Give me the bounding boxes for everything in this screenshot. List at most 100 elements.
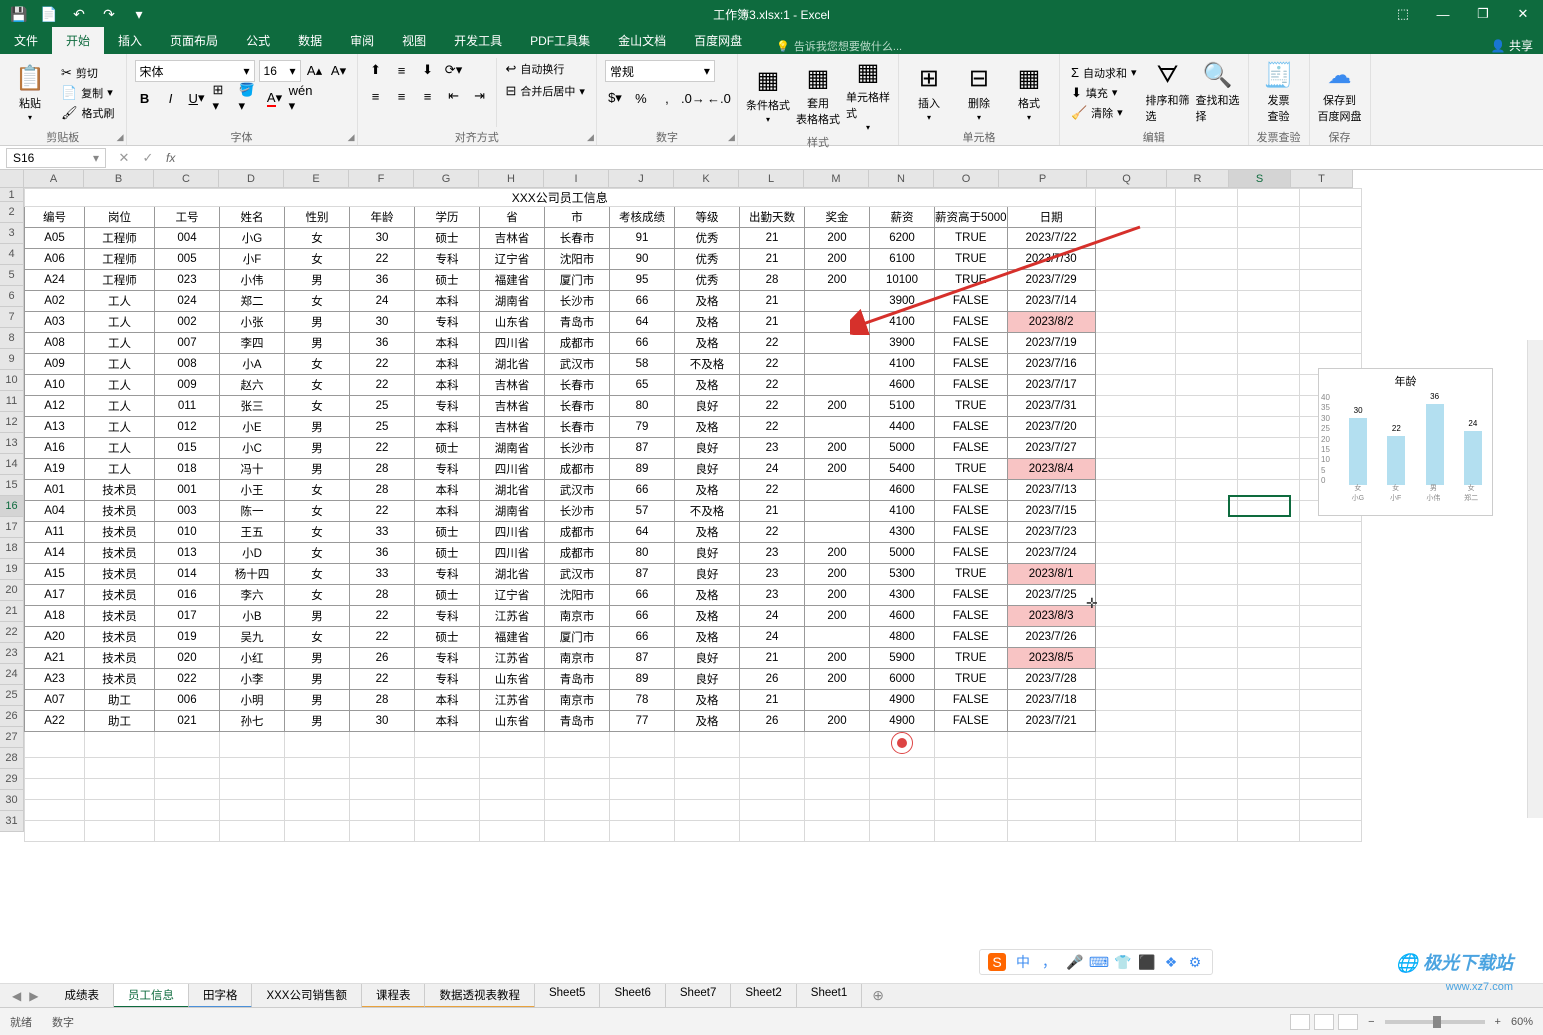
col-header[interactable]: H — [479, 170, 544, 188]
row-header[interactable]: 9 — [0, 349, 24, 370]
wrap-text-button[interactable]: ↩自动换行 — [503, 60, 588, 78]
delete-cells-button[interactable]: ⊟删除▾ — [957, 58, 1001, 127]
zoom-in-icon[interactable]: + — [1495, 1016, 1501, 1028]
col-header[interactable]: C — [154, 170, 219, 188]
col-header[interactable]: A — [24, 170, 84, 188]
baidu-save-button[interactable]: ☁保存到 百度网盘 — [1318, 58, 1362, 127]
row-header[interactable]: 20 — [0, 580, 24, 601]
sheet-tab[interactable]: Sheet5 — [535, 984, 600, 1008]
ribbon-tab-2[interactable]: 页面布局 — [156, 27, 232, 54]
row-header[interactable]: 26 — [0, 706, 24, 727]
col-header[interactable]: F — [349, 170, 414, 188]
row-header[interactable]: 21 — [0, 601, 24, 622]
row-header[interactable]: 28 — [0, 748, 24, 769]
sheet-tab[interactable]: XXX公司销售额 — [252, 984, 362, 1008]
comma-icon[interactable]: , — [657, 88, 677, 108]
ribbon-tab-5[interactable]: 审阅 — [336, 27, 388, 54]
col-header[interactable]: G — [414, 170, 479, 188]
dialog-launcher-icon[interactable]: ◢ — [348, 132, 355, 143]
normal-view-icon[interactable] — [1290, 1014, 1310, 1030]
row-header[interactable]: 11 — [0, 391, 24, 412]
copy-button[interactable]: 📄复制 ▾ — [58, 84, 118, 102]
sheet-tab[interactable]: 成绩表 — [50, 984, 114, 1008]
ribbon-tab-8[interactable]: PDF工具集 — [516, 27, 604, 54]
row-header[interactable]: 27 — [0, 727, 24, 748]
maximize-icon[interactable]: ❐ — [1463, 0, 1503, 28]
row-header[interactable]: 24 — [0, 664, 24, 685]
sheet-tab[interactable]: Sheet2 — [731, 984, 796, 1008]
row-header[interactable]: 30 — [0, 790, 24, 811]
ribbon-tab-7[interactable]: 开发工具 — [440, 27, 516, 54]
sheet-tab[interactable]: Sheet7 — [666, 984, 731, 1008]
ime-tool-icon[interactable]: ⌨ — [1090, 953, 1108, 971]
row-header[interactable]: 18 — [0, 538, 24, 559]
align-middle-icon[interactable]: ≡ — [392, 60, 412, 80]
row-header[interactable]: 22 — [0, 622, 24, 643]
cancel-icon[interactable]: ✕ — [112, 150, 136, 166]
col-header[interactable]: O — [934, 170, 999, 188]
font-size-combo[interactable]: 16▾ — [259, 60, 301, 82]
ime-tool-icon[interactable]: ⬛ — [1138, 953, 1156, 971]
font-name-combo[interactable]: 宋体▾ — [135, 60, 255, 82]
col-header[interactable]: D — [219, 170, 284, 188]
ime-lang-icon[interactable]: 中 — [1014, 953, 1032, 971]
ribbon-tab-1[interactable]: 插入 — [104, 27, 156, 54]
ribbon-tab-0[interactable]: 开始 — [52, 27, 104, 54]
border-button[interactable]: ⊞ ▾ — [213, 88, 233, 108]
ribbon-options-icon[interactable]: ⬚ — [1383, 0, 1423, 28]
name-box[interactable]: S16▾ — [6, 148, 106, 168]
row-header[interactable]: 19 — [0, 559, 24, 580]
undo-icon[interactable]: ↶ — [70, 5, 88, 23]
row-header[interactable]: 17 — [0, 517, 24, 538]
fill-color-button[interactable]: 🪣▾ — [239, 88, 259, 108]
ribbon-tab-10[interactable]: 百度网盘 — [680, 27, 756, 54]
view-buttons[interactable] — [1290, 1014, 1358, 1030]
worksheet-grid[interactable]: ABCDEFGHIJKLMNOPQRST 1234567891011121314… — [0, 170, 1543, 850]
sheet-nav-buttons[interactable]: ◀▶ — [0, 989, 50, 1003]
ime-tool-icon[interactable]: 👕 — [1114, 953, 1132, 971]
ribbon-tab-4[interactable]: 数据 — [284, 27, 336, 54]
find-select-button[interactable]: 🔍查找和选择 — [1196, 58, 1240, 127]
sort-filter-button[interactable]: ᗊ排序和筛选 — [1146, 58, 1190, 127]
col-header[interactable]: S — [1229, 170, 1291, 188]
align-top-icon[interactable]: ⬆ — [366, 60, 386, 80]
share-button[interactable]: 👤 共享 — [1491, 37, 1533, 54]
confirm-icon[interactable]: ✓ — [136, 150, 160, 166]
row-header[interactable]: 10 — [0, 370, 24, 391]
fill-button[interactable]: ⬇填充 ▾ — [1068, 84, 1140, 102]
col-header[interactable]: B — [84, 170, 154, 188]
row-header[interactable]: 14 — [0, 454, 24, 475]
row-header[interactable]: 12 — [0, 412, 24, 433]
tell-me-search[interactable]: 💡告诉我您想要做什么... — [776, 38, 902, 54]
zoom-slider[interactable] — [1385, 1020, 1485, 1024]
dialog-launcher-icon[interactable]: ◢ — [728, 132, 735, 143]
col-header[interactable]: L — [739, 170, 804, 188]
col-header[interactable]: Q — [1087, 170, 1167, 188]
sheet-tab[interactable]: 田字格 — [189, 984, 253, 1008]
phonetic-button[interactable]: wén ▾ — [291, 88, 311, 108]
align-bottom-icon[interactable]: ⬇ — [418, 60, 438, 80]
page-layout-view-icon[interactable] — [1314, 1014, 1334, 1030]
dialog-launcher-icon[interactable]: ◢ — [587, 132, 594, 143]
row-header[interactable]: 3 — [0, 223, 24, 244]
col-header[interactable]: E — [284, 170, 349, 188]
font-color-button[interactable]: A▾ — [265, 88, 285, 108]
ime-tool-icon[interactable]: ❖ — [1162, 953, 1180, 971]
ime-toolbar[interactable]: S 中 ， 🎤⌨👕⬛❖⚙ — [979, 949, 1213, 975]
col-header[interactable]: J — [609, 170, 674, 188]
row-header[interactable]: 13 — [0, 433, 24, 454]
minimize-icon[interactable]: — — [1423, 0, 1463, 28]
row-header[interactable]: 6 — [0, 286, 24, 307]
customize-qat-icon[interactable]: ▾ — [130, 5, 148, 23]
row-header[interactable]: 5 — [0, 265, 24, 286]
row-header[interactable]: 2 — [0, 202, 24, 223]
row-header[interactable]: 15 — [0, 475, 24, 496]
percent-icon[interactable]: % — [631, 88, 651, 108]
file-tab[interactable]: 文件 — [0, 27, 52, 54]
insert-cells-button[interactable]: ⊞插入▾ — [907, 58, 951, 127]
row-header[interactable]: 25 — [0, 685, 24, 706]
dialog-launcher-icon[interactable]: ◢ — [117, 132, 124, 143]
sheet-tab[interactable]: 数据透视表教程 — [425, 984, 535, 1008]
cell-styles-button[interactable]: ▦单元格样式▾ — [846, 58, 890, 132]
row-header[interactable]: 1 — [0, 188, 24, 202]
